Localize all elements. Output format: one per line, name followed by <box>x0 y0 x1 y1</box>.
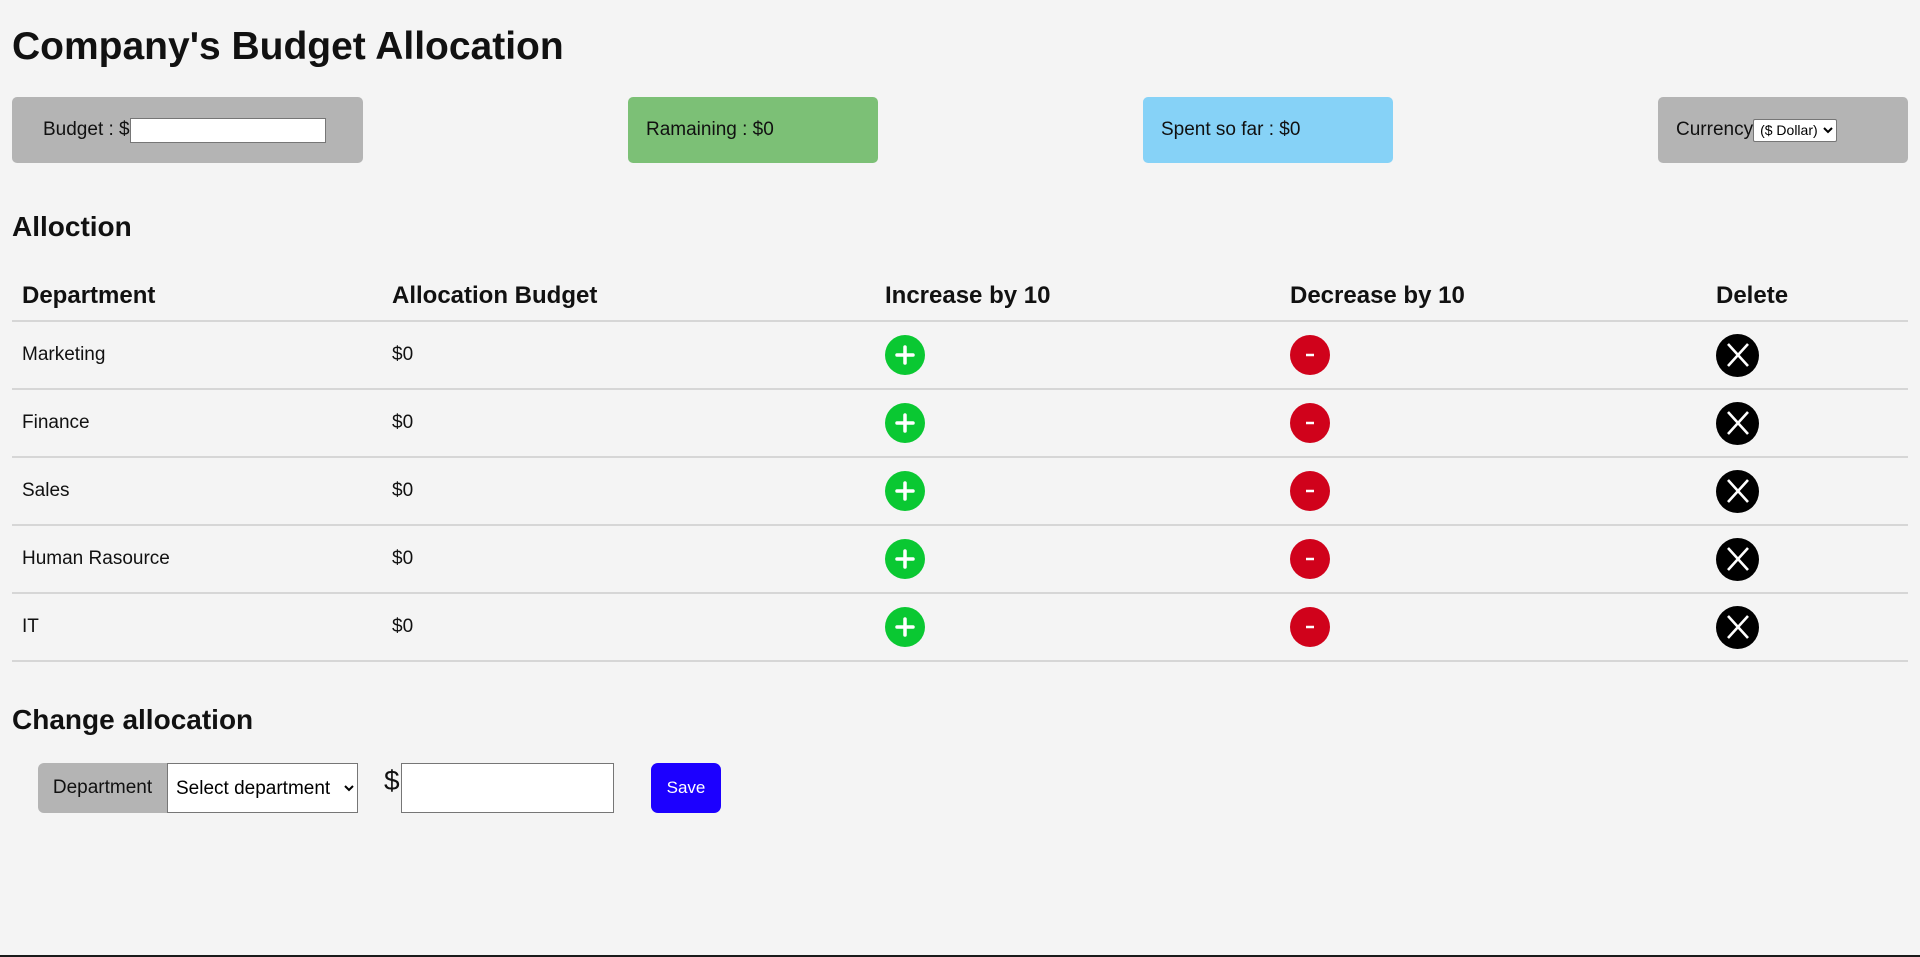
increase-cell <box>875 457 1280 526</box>
close-icon <box>1726 411 1749 435</box>
currency-label: Currency <box>1676 119 1754 140</box>
budget-cell: $0 <box>382 525 875 594</box>
table-row: Marketing $0 <box>12 321 1908 390</box>
decrease-cell <box>1280 321 1706 390</box>
department-cell: IT <box>12 593 382 662</box>
delete-button[interactable] <box>1716 333 1759 377</box>
department-cell: Finance <box>12 389 382 458</box>
plus-icon <box>895 481 915 501</box>
table-header-row: Department Allocation Budget Increase by… <box>12 272 1908 322</box>
budget-label: Budget : $ <box>43 119 130 140</box>
budget-cell: $0 <box>382 321 875 390</box>
allocation-title: Alloction <box>12 211 132 242</box>
department-label: Department <box>38 763 167 813</box>
close-icon <box>1726 615 1749 639</box>
delete-button[interactable] <box>1716 469 1759 513</box>
delete-button[interactable] <box>1716 537 1759 581</box>
increase-button[interactable] <box>885 471 925 511</box>
currency-card: Currency ($ Dollar) <box>1658 97 1908 163</box>
department-cell: Marketing <box>12 321 382 390</box>
minus-icon <box>1306 421 1314 425</box>
currency-select[interactable]: ($ Dollar) <box>1753 118 1838 142</box>
decrease-button[interactable] <box>1290 539 1330 579</box>
delete-cell <box>1706 525 1908 594</box>
decrease-button[interactable] <box>1290 607 1330 647</box>
change-allocation-title: Change allocation <box>12 704 254 735</box>
summary-cards: Budget : $ Ramaining : $0 Spent so far :… <box>12 97 1908 163</box>
table-row: IT $0 <box>12 593 1908 662</box>
decrease-cell <box>1280 593 1706 662</box>
delete-cell <box>1706 593 1908 662</box>
budget-input[interactable] <box>129 117 326 143</box>
column-header-delete: Delete <box>1706 272 1908 322</box>
plus-icon <box>895 617 915 637</box>
delete-cell <box>1706 389 1908 458</box>
plus-icon <box>895 413 915 433</box>
delete-button[interactable] <box>1716 401 1759 445</box>
minus-icon <box>1306 625 1314 629</box>
decrease-button[interactable] <box>1290 403 1330 443</box>
table-row: Human Rasource $0 <box>12 525 1908 594</box>
column-header-allocation-budget: Allocation Budget <box>382 272 875 322</box>
column-header-department: Department <box>12 272 382 322</box>
save-button[interactable]: Save <box>651 763 721 813</box>
plus-icon <box>895 345 915 365</box>
change-allocation-form: Department Select department $ Save <box>38 763 838 813</box>
increase-cell <box>875 593 1280 662</box>
department-cell: Sales <box>12 457 382 526</box>
increase-button[interactable] <box>885 403 925 443</box>
decrease-button[interactable] <box>1290 471 1330 511</box>
spent-card: Spent so far : $0 <box>1143 97 1393 163</box>
remaining-text: Ramaining : $0 <box>646 119 774 140</box>
department-cell: Human Rasource <box>12 525 382 594</box>
increase-cell <box>875 321 1280 390</box>
currency-symbol: $ <box>384 765 400 796</box>
column-header-increase: Increase by 10 <box>875 272 1280 322</box>
budget-cell: $0 <box>382 389 875 458</box>
minus-icon <box>1306 353 1314 357</box>
delete-cell <box>1706 457 1908 526</box>
increase-button[interactable] <box>885 335 925 375</box>
budget-cell: $0 <box>382 457 875 526</box>
delete-cell <box>1706 321 1908 390</box>
increase-button[interactable] <box>885 539 925 579</box>
decrease-button[interactable] <box>1290 335 1330 375</box>
budget-cell: $0 <box>382 593 875 662</box>
spent-text: Spent so far : $0 <box>1161 119 1301 140</box>
allocation-table: Department Allocation Budget Increase by… <box>12 272 1908 662</box>
minus-icon <box>1306 557 1314 561</box>
page-title: Company's Budget Allocation <box>12 25 564 68</box>
decrease-cell <box>1280 457 1706 526</box>
increase-cell <box>875 389 1280 458</box>
decrease-cell <box>1280 525 1706 594</box>
close-icon <box>1726 343 1749 367</box>
delete-button[interactable] <box>1716 605 1759 649</box>
plus-icon <box>895 549 915 569</box>
minus-icon <box>1306 489 1314 493</box>
table-row: Sales $0 <box>12 457 1908 526</box>
decrease-cell <box>1280 389 1706 458</box>
table-row: Finance $0 <box>12 389 1908 458</box>
remaining-card: Ramaining : $0 <box>628 97 878 163</box>
department-select[interactable]: Select department <box>167 763 358 813</box>
page: Company's Budget Allocation Budget : $ R… <box>0 0 1920 957</box>
column-header-decrease: Decrease by 10 <box>1280 272 1706 322</box>
amount-input[interactable] <box>401 763 614 813</box>
budget-card: Budget : $ <box>12 97 363 163</box>
close-icon <box>1726 547 1749 571</box>
increase-button[interactable] <box>885 607 925 647</box>
increase-cell <box>875 525 1280 594</box>
close-icon <box>1726 479 1749 503</box>
